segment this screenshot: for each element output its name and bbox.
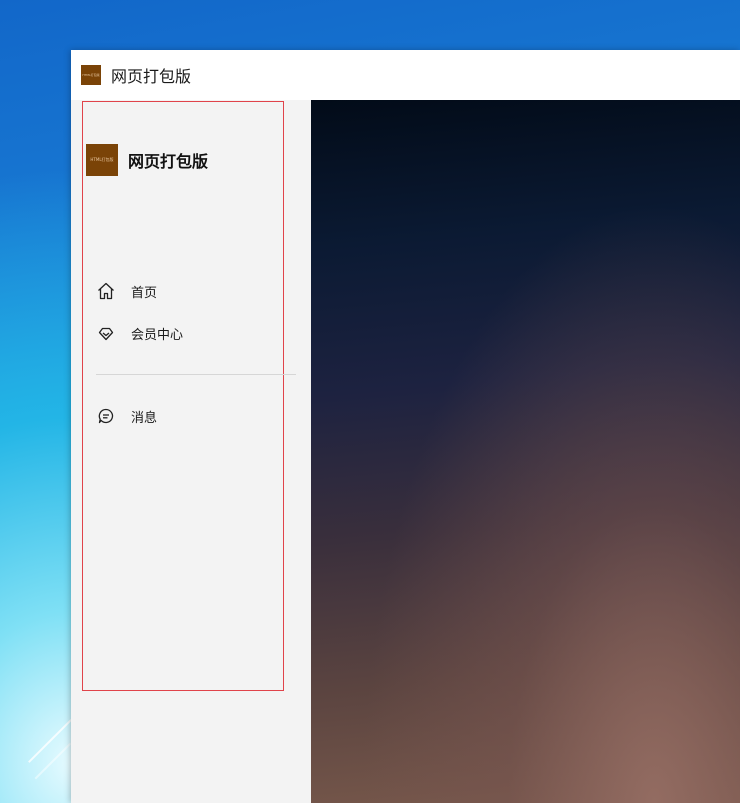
sidebar-item-label: 会员中心 xyxy=(131,327,184,343)
diamond-icon xyxy=(95,322,117,344)
sidebar-divider xyxy=(96,374,296,375)
chat-bubble-icon xyxy=(95,405,117,427)
window-title: 网页打包版 xyxy=(111,67,192,86)
sidebar-selection-outline xyxy=(82,101,284,691)
app-window: HTML打包版 网页打包版 HTML打包版 网页打包版 首页 会员中心 消息 xyxy=(71,50,740,803)
sidebar-item-messages[interactable]: 消息 xyxy=(95,404,157,428)
app-icon-text: HTML打包版 xyxy=(82,73,100,77)
sidebar: HTML打包版 网页打包版 首页 会员中心 消息 xyxy=(71,100,311,803)
brand: HTML打包版 网页打包版 xyxy=(86,144,208,176)
app-icon: HTML打包版 xyxy=(81,65,101,85)
sidebar-item-label: 消息 xyxy=(131,410,158,426)
main-content-background xyxy=(311,100,740,803)
brand-logo: HTML打包版 xyxy=(86,144,118,176)
home-icon xyxy=(95,280,117,302)
title-bar[interactable]: HTML打包版 网页打包版 xyxy=(71,50,740,100)
brand-logo-text: HTML打包版 xyxy=(90,157,114,162)
sidebar-item-member-center[interactable]: 会员中心 xyxy=(95,321,183,345)
sidebar-item-home[interactable]: 首页 xyxy=(95,279,157,303)
desktop-light-streak xyxy=(28,719,72,763)
sidebar-item-label: 首页 xyxy=(131,285,158,301)
brand-name: 网页打包版 xyxy=(128,152,209,171)
